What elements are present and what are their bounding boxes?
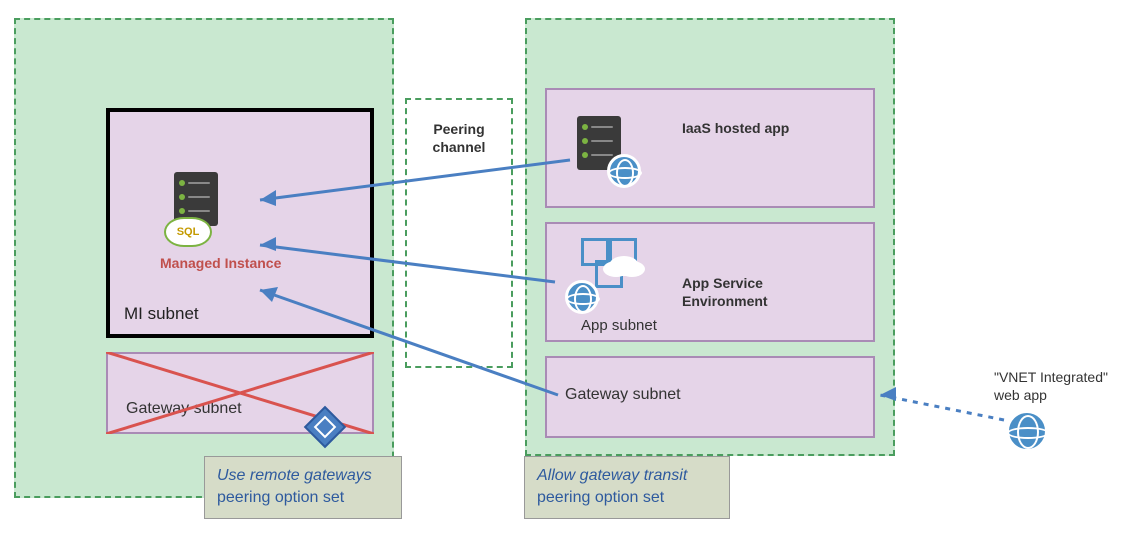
peering-label-line2: channel (433, 139, 486, 155)
iaas-label: IaaS hosted app (682, 120, 789, 136)
globe-arc-icon (608, 167, 642, 179)
external-label-line2: web app (994, 387, 1047, 403)
server-line-icon (188, 196, 210, 198)
managed-instance-label: Managed Instance (160, 255, 281, 271)
mi-subnet-label: MI subnet (124, 304, 199, 324)
globe-icon (607, 154, 641, 188)
diamond-inner-icon (314, 416, 337, 439)
server-light-icon (179, 194, 185, 200)
left-caption-plain: peering option set (217, 489, 344, 506)
right-gateway-subnet-box: Gateway subnet (545, 356, 875, 438)
external-label-line1: "VNET Integrated" (994, 369, 1108, 385)
sql-cloud-badge: SQL (164, 217, 212, 247)
ase-line2: Environment (682, 293, 768, 309)
iaas-subnet-box: IaaS hosted app (545, 88, 875, 208)
peering-channel-box: Peering channel (405, 98, 513, 368)
server-light-icon (179, 208, 185, 214)
app-subnet-label: App subnet (581, 317, 657, 334)
left-caption-italic: Use remote gateways (217, 467, 372, 484)
globe-arc-icon (566, 293, 600, 305)
right-caption-plain: peering option set (537, 489, 664, 506)
server-line-icon (188, 182, 210, 184)
right-gateway-subnet-label: Gateway subnet (565, 386, 681, 404)
server-line-icon (591, 126, 613, 128)
server-line-icon (591, 140, 613, 142)
cloud-icon (609, 256, 639, 276)
server-light-icon (179, 180, 185, 186)
peering-label-line1: Peering (433, 121, 484, 137)
app-service-env-label: App Service Environment (682, 274, 768, 310)
server-line-icon (591, 154, 613, 156)
server-light-icon (582, 152, 588, 158)
ase-line1: App Service (682, 275, 763, 291)
right-caption-italic: Allow gateway transit (537, 467, 687, 484)
external-app-label: "VNET Integrated" web app (994, 368, 1108, 404)
app-squares-icon (581, 238, 641, 288)
app-subnet-box: App Service Environment App subnet (545, 222, 875, 342)
server-line-icon (188, 210, 210, 212)
external-globe-icon (1006, 410, 1048, 452)
left-caption-box: Use remote gateways peering option set (204, 456, 402, 519)
mi-subnet-box: SQL Managed Instance MI subnet (106, 108, 374, 338)
left-gateway-subnet-label: Gateway subnet (126, 400, 242, 418)
right-caption-box: Allow gateway transit peering option set (524, 456, 730, 519)
server-light-icon (582, 124, 588, 130)
sql-badge-text: SQL (177, 226, 200, 238)
globe-arc-icon (1007, 427, 1049, 439)
right-vnet-container: IaaS hosted app App Service Environment … (525, 18, 895, 456)
server-light-icon (582, 138, 588, 144)
globe-icon (565, 280, 599, 314)
